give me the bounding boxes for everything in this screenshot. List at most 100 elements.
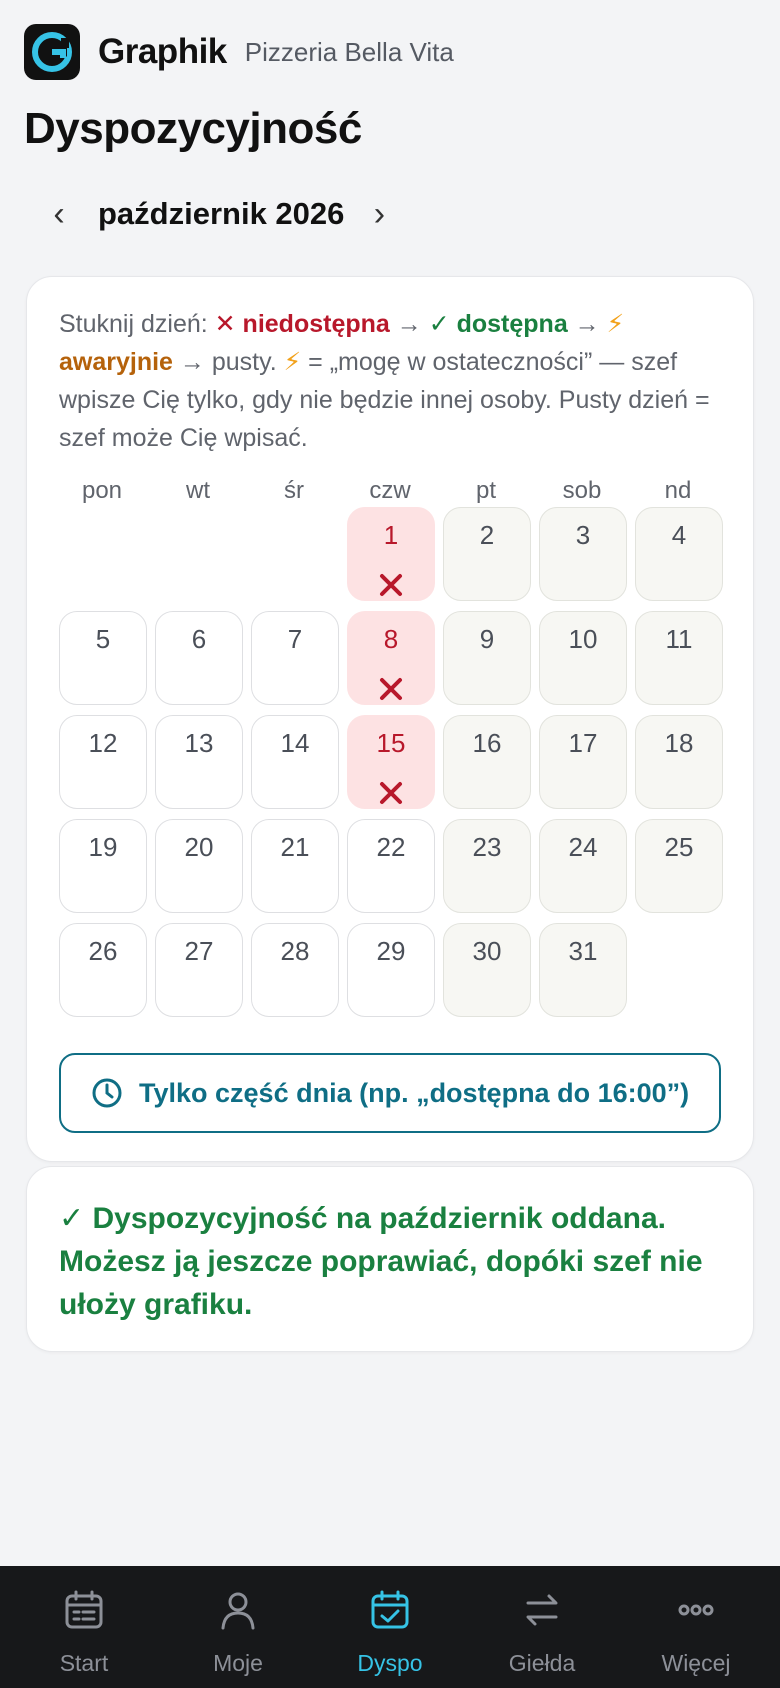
calendar-day[interactable]: 7 <box>251 611 339 705</box>
graphik-logo-icon[interactable] <box>24 24 80 80</box>
month-label: październik 2026 <box>98 196 345 231</box>
availability-calendar-card: Stuknij dzień: ✕ niedostępna → ✓ dostępn… <box>26 276 754 1162</box>
tab-wiecej[interactable]: Więcej <box>618 1566 774 1688</box>
day-number: 10 <box>568 624 598 654</box>
day-number: 26 <box>88 936 118 966</box>
calendar-day[interactable]: 26 <box>59 923 147 1017</box>
calendar-day[interactable]: 21 <box>251 819 339 913</box>
day-number: 21 <box>280 832 310 862</box>
calendar-day[interactable]: 29 <box>347 923 435 1017</box>
partial-day-label: Tylko część dnia (np. „dostępna do 16:00… <box>139 1077 690 1108</box>
legend-arrow: → <box>172 348 212 376</box>
calendar-day[interactable]: 25 <box>635 819 723 913</box>
available-legend-icon: ✓ <box>428 310 450 338</box>
calendar-day[interactable]: 11 <box>635 611 723 705</box>
calendar-list-icon <box>65 1590 103 1629</box>
day-number: 12 <box>88 728 118 758</box>
day-number: 29 <box>376 936 406 966</box>
day-number: 17 <box>568 728 598 758</box>
calendar-day[interactable]: 9 <box>443 611 531 705</box>
day-number: 31 <box>568 936 598 966</box>
day-number: 15 <box>376 728 406 758</box>
weekday-label: czw <box>369 477 411 504</box>
weekday-label: pon <box>81 477 123 504</box>
calendar-day[interactable]: 12 <box>59 715 147 809</box>
calendar-day[interactable]: 4 <box>635 507 723 601</box>
next-month-button[interactable]: › <box>364 197 394 231</box>
partial-day-button[interactable]: Tylko część dnia (np. „dostępna do 16:00… <box>59 1053 721 1133</box>
calendar-day[interactable]: 23 <box>443 819 531 913</box>
prev-month-button[interactable]: ‹ <box>44 197 74 231</box>
calendar-check-icon <box>371 1590 409 1629</box>
day-number: 22 <box>376 832 406 862</box>
day-number: 19 <box>88 832 118 862</box>
calendar-day[interactable]: 31 <box>539 923 627 1017</box>
day-number: 30 <box>472 936 502 966</box>
unavailable-x-icon <box>380 782 402 804</box>
submission-status-card: ✓ Dyspozycyjność na październik oddana. … <box>26 1166 754 1352</box>
calendar-day[interactable]: 2 <box>443 507 531 601</box>
tab-label: Giełda <box>508 1650 576 1676</box>
day-number: 25 <box>664 832 694 862</box>
legend-empty: pusty. <box>211 348 284 376</box>
calendar-day[interactable]: 18 <box>635 715 723 809</box>
day-number: 1 <box>383 520 399 550</box>
calendar-day[interactable]: 8 <box>347 611 435 705</box>
day-number: 7 <box>287 624 303 654</box>
legend-arrow: → <box>567 310 607 338</box>
bolt-icon: ⚡ <box>606 310 625 338</box>
calendar-day[interactable]: 22 <box>347 819 435 913</box>
day-number: 27 <box>184 936 214 966</box>
more-dots-icon <box>678 1604 714 1616</box>
calendar-day[interactable]: 16 <box>443 715 531 809</box>
app-root: Graphik Pizzeria Bella Vita Dyspozycyjno… <box>0 0 780 1688</box>
tab-dyspo[interactable]: Dyspo <box>312 1566 468 1688</box>
day-number: 4 <box>671 520 687 550</box>
calendar-day[interactable]: 3 <box>539 507 627 601</box>
weekday-label: wt <box>186 477 210 504</box>
month-navigator: ‹ październik 2026 › <box>44 190 394 238</box>
calendar-day[interactable]: 6 <box>155 611 243 705</box>
calendar-day[interactable]: 10 <box>539 611 627 705</box>
day-number: 18 <box>664 728 694 758</box>
legend-available: dostępna <box>456 310 568 338</box>
submission-status-text: ✓ Dyspozycyjność na październik oddana. … <box>59 1202 703 1321</box>
calendar-day[interactable]: 30 <box>443 923 531 1017</box>
weekday-label: sob <box>562 477 602 504</box>
weekday-label: pt <box>475 477 496 504</box>
calendar-day[interactable]: 27 <box>155 923 243 1017</box>
day-number: 28 <box>280 936 310 966</box>
day-number: 6 <box>191 624 207 654</box>
weekday-label: nd <box>664 477 692 504</box>
tab-moje[interactable]: Moje <box>160 1566 316 1688</box>
legend-emergency: awaryjnie <box>59 348 173 376</box>
calendar-day[interactable]: 13 <box>155 715 243 809</box>
clock-icon <box>92 1078 122 1108</box>
tab-start[interactable]: Start <box>6 1566 162 1688</box>
calendar-day[interactable]: 1 <box>347 507 435 601</box>
swap-arrows-icon <box>526 1594 558 1626</box>
tab-label: Moje <box>213 1650 263 1676</box>
user-icon <box>221 1592 255 1630</box>
day-number: 9 <box>479 624 495 654</box>
calendar-day[interactable]: 15 <box>347 715 435 809</box>
tab-label: Dyspo <box>357 1650 423 1676</box>
calendar-day[interactable]: 24 <box>539 819 627 913</box>
day-number: 8 <box>383 624 399 654</box>
calendar-day[interactable]: 17 <box>539 715 627 809</box>
calendar-day[interactable]: 14 <box>251 715 339 809</box>
top-bar: Graphik Pizzeria Bella Vita <box>24 24 454 80</box>
calendar-day[interactable]: 20 <box>155 819 243 913</box>
legend-arrow: → <box>389 310 429 338</box>
calendar-day[interactable]: 28 <box>251 923 339 1017</box>
brand-name: Graphik <box>98 32 227 71</box>
calendar-day[interactable]: 19 <box>59 819 147 913</box>
day-number: 11 <box>665 624 693 654</box>
day-number: 23 <box>472 832 502 862</box>
calendar-day[interactable]: 5 <box>59 611 147 705</box>
tab-gielda[interactable]: Giełda <box>464 1566 620 1688</box>
unavailable-x-icon <box>380 678 402 700</box>
legend-hint: Stuknij dzień: ✕ niedostępna → ✓ dostępn… <box>59 305 727 457</box>
unavailable-x-icon <box>380 574 402 596</box>
tab-label: Start <box>59 1650 109 1676</box>
